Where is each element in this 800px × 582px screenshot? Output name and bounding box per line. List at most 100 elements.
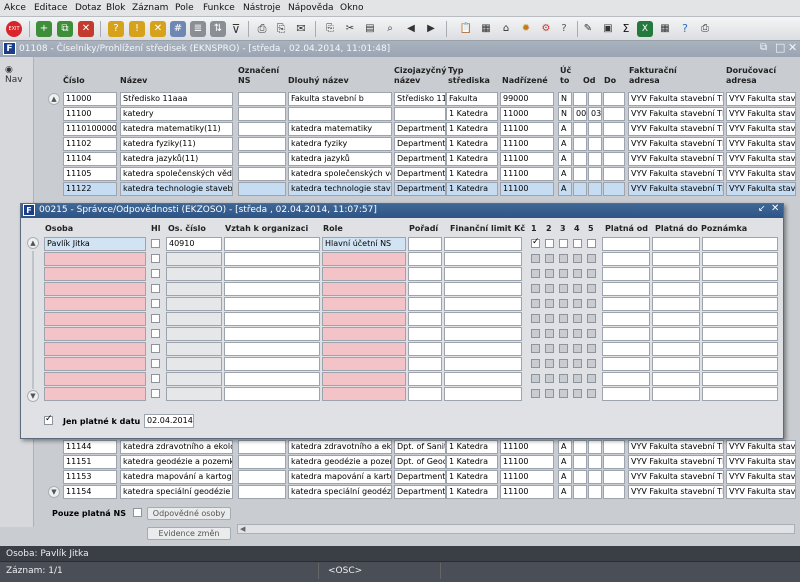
main-cell-dlouhy[interactable]: katedra speciální geodézie xyxy=(288,485,392,499)
main-cell-typ[interactable]: 1 Katedra xyxy=(446,455,498,469)
dlg-limit-cell[interactable] xyxy=(444,282,522,296)
dlg-platna-do-cell[interactable] xyxy=(652,327,700,341)
info-icon[interactable]: ? xyxy=(677,21,693,37)
main-cell-cizi[interactable]: Středisko 11 xyxy=(394,92,446,106)
main-cell-oznaceni[interactable] xyxy=(238,182,286,196)
main-cell-cislo[interactable]: 11105 xyxy=(63,167,117,181)
dlg-vztah-cell[interactable] xyxy=(224,342,320,356)
insert-record-icon[interactable]: + xyxy=(36,21,52,37)
dlg-role-cell[interactable] xyxy=(322,312,406,326)
dlg-os-cislo-cell[interactable] xyxy=(166,297,222,311)
export-icon[interactable]: ⎘ xyxy=(273,21,289,37)
duplicate-record-icon[interactable]: ⧉ xyxy=(57,21,73,37)
main-cell-cislo[interactable]: 11122 xyxy=(63,182,117,196)
dlg-limit-cell[interactable] xyxy=(444,252,522,266)
dlg-limit-cell[interactable] xyxy=(444,267,522,281)
main-cell-typ[interactable]: 1 Katedra xyxy=(446,137,498,151)
main-cell-do[interactable] xyxy=(588,455,602,469)
dlg-flag-1-checkbox[interactable] xyxy=(531,237,540,248)
main-cell-nadr[interactable]: 11100 xyxy=(500,122,554,136)
main-cell-cizi[interactable] xyxy=(394,107,446,121)
dlg-hl-checkbox[interactable] xyxy=(151,299,160,308)
main-cell-od[interactable] xyxy=(573,92,587,106)
menu-nastroje[interactable]: Nástroje xyxy=(243,3,281,13)
dlg-hl-checkbox[interactable] xyxy=(151,269,160,278)
dlg-poradi-cell[interactable] xyxy=(408,282,442,296)
dlg-hl-checkbox[interactable] xyxy=(151,329,160,338)
dlg-osoba-cell[interactable]: Pavlík Jitka xyxy=(44,237,146,251)
main-cell-cislo[interactable]: 11151 xyxy=(63,455,117,469)
dlg-vztah-cell[interactable] xyxy=(224,312,320,326)
main-cell-nazev[interactable]: katedra zdravotního a ekolo xyxy=(120,440,233,454)
dlg-platna-od-cell[interactable] xyxy=(602,252,650,266)
dlg-osoba-cell[interactable] xyxy=(44,357,146,371)
main-cell-cislo[interactable]: 1110100000 xyxy=(63,122,117,136)
main-cell-oznaceni[interactable] xyxy=(238,455,286,469)
main-cell-dor[interactable]: VYV Fakulta stave xyxy=(726,152,796,166)
main-cell-cislo[interactable]: 11102 xyxy=(63,137,117,151)
main-cell-oznaceni[interactable] xyxy=(238,122,286,136)
dlg-flag-5-checkbox[interactable] xyxy=(587,239,596,248)
dlg-osoba-cell[interactable] xyxy=(44,342,146,356)
main-cell-od[interactable] xyxy=(573,152,587,166)
main-cell-dlouhy[interactable]: katedra společenských věd xyxy=(288,167,392,181)
main-cell-cizi[interactable]: Department xyxy=(394,485,446,499)
dlg-platna-od-cell[interactable] xyxy=(602,282,650,296)
main-cell-cizi[interactable]: Department xyxy=(394,137,446,151)
menu-zaznam[interactable]: Záznam xyxy=(132,3,168,13)
main-cell-uc[interactable]: N xyxy=(558,92,572,106)
dlg-limit-cell[interactable] xyxy=(444,312,522,326)
dlg-vztah-cell[interactable] xyxy=(224,387,320,401)
sort-icon[interactable]: ⇅ xyxy=(210,21,226,37)
dlg-flag-2-checkbox[interactable] xyxy=(545,314,554,323)
dlg-vztah-cell[interactable] xyxy=(224,267,320,281)
previous-record-icon[interactable]: ◀ xyxy=(403,21,419,37)
main-cell-uc[interactable]: A xyxy=(558,470,572,484)
main-cell-oznaceni[interactable] xyxy=(238,470,286,484)
main-cell-extra[interactable] xyxy=(603,107,625,121)
dialog-scroll-track[interactable] xyxy=(32,251,34,389)
main-cell-dor[interactable]: VYV Fakulta stave xyxy=(726,470,796,484)
dlg-limit-cell[interactable] xyxy=(444,342,522,356)
dlg-platna-do-cell[interactable] xyxy=(652,282,700,296)
main-cell-extra[interactable] xyxy=(603,92,625,106)
main-cell-typ[interactable]: 1 Katedra xyxy=(446,440,498,454)
main-cell-nadr[interactable]: 11100 xyxy=(500,470,554,484)
dlg-flag-4-checkbox[interactable] xyxy=(573,239,582,248)
dlg-flag-3-checkbox[interactable] xyxy=(559,329,568,338)
main-cell-dor[interactable]: VYV Fakulta stave xyxy=(726,137,796,151)
menu-akce[interactable]: Akce xyxy=(4,3,26,13)
scroll-down-icon[interactable]: ▼ xyxy=(48,486,60,498)
main-cell-fakt[interactable]: VYV Fakulta stavební Th xyxy=(628,440,724,454)
dlg-osoba-cell[interactable] xyxy=(44,372,146,386)
dlg-vztah-cell[interactable] xyxy=(224,252,320,266)
settings-icon[interactable]: ✹ xyxy=(518,21,534,37)
dlg-platna-od-cell[interactable] xyxy=(602,267,650,281)
dlg-osoba-cell[interactable] xyxy=(44,252,146,266)
main-cell-oznaceni[interactable] xyxy=(238,440,286,454)
main-cell-nazev[interactable]: katedra společenských věd xyxy=(120,167,233,181)
main-cell-oznaceni[interactable] xyxy=(238,485,286,499)
dlg-os-cislo-cell[interactable] xyxy=(166,357,222,371)
excel-icon[interactable]: X xyxy=(637,21,653,37)
dlg-flag-4-checkbox[interactable] xyxy=(573,374,582,383)
dlg-platna-do-cell[interactable] xyxy=(652,372,700,386)
main-cell-typ[interactable]: 1 Katedra xyxy=(446,107,498,121)
cancel-query-icon[interactable]: ✕ xyxy=(150,21,166,37)
main-cell-dor[interactable]: VYV Fakulta stave xyxy=(726,440,796,454)
dlg-platna-od-cell[interactable] xyxy=(602,342,650,356)
dlg-poznamka-cell[interactable] xyxy=(702,312,778,326)
main-cell-dlouhy[interactable]: katedra jazyků xyxy=(288,152,392,166)
dlg-flag-4-checkbox[interactable] xyxy=(573,359,582,368)
menu-napoveda[interactable]: Nápověda xyxy=(288,3,334,13)
dlg-poznamka-cell[interactable] xyxy=(702,342,778,356)
dlg-poradi-cell[interactable] xyxy=(408,237,442,251)
query-icon[interactable]: ? xyxy=(108,21,124,37)
main-cell-nazev[interactable]: Středisko 11aaa xyxy=(120,92,233,106)
attachment-icon[interactable]: ⌂ xyxy=(498,21,514,37)
menu-funkce[interactable]: Funkce xyxy=(203,3,235,13)
main-cell-fakt[interactable]: VYV Fakulta stavební Th xyxy=(628,470,724,484)
main-cell-cizi[interactable]: Dpt. of Geod xyxy=(394,455,446,469)
dlg-platna-do-cell[interactable] xyxy=(652,267,700,281)
dlg-role-cell[interactable] xyxy=(322,372,406,386)
